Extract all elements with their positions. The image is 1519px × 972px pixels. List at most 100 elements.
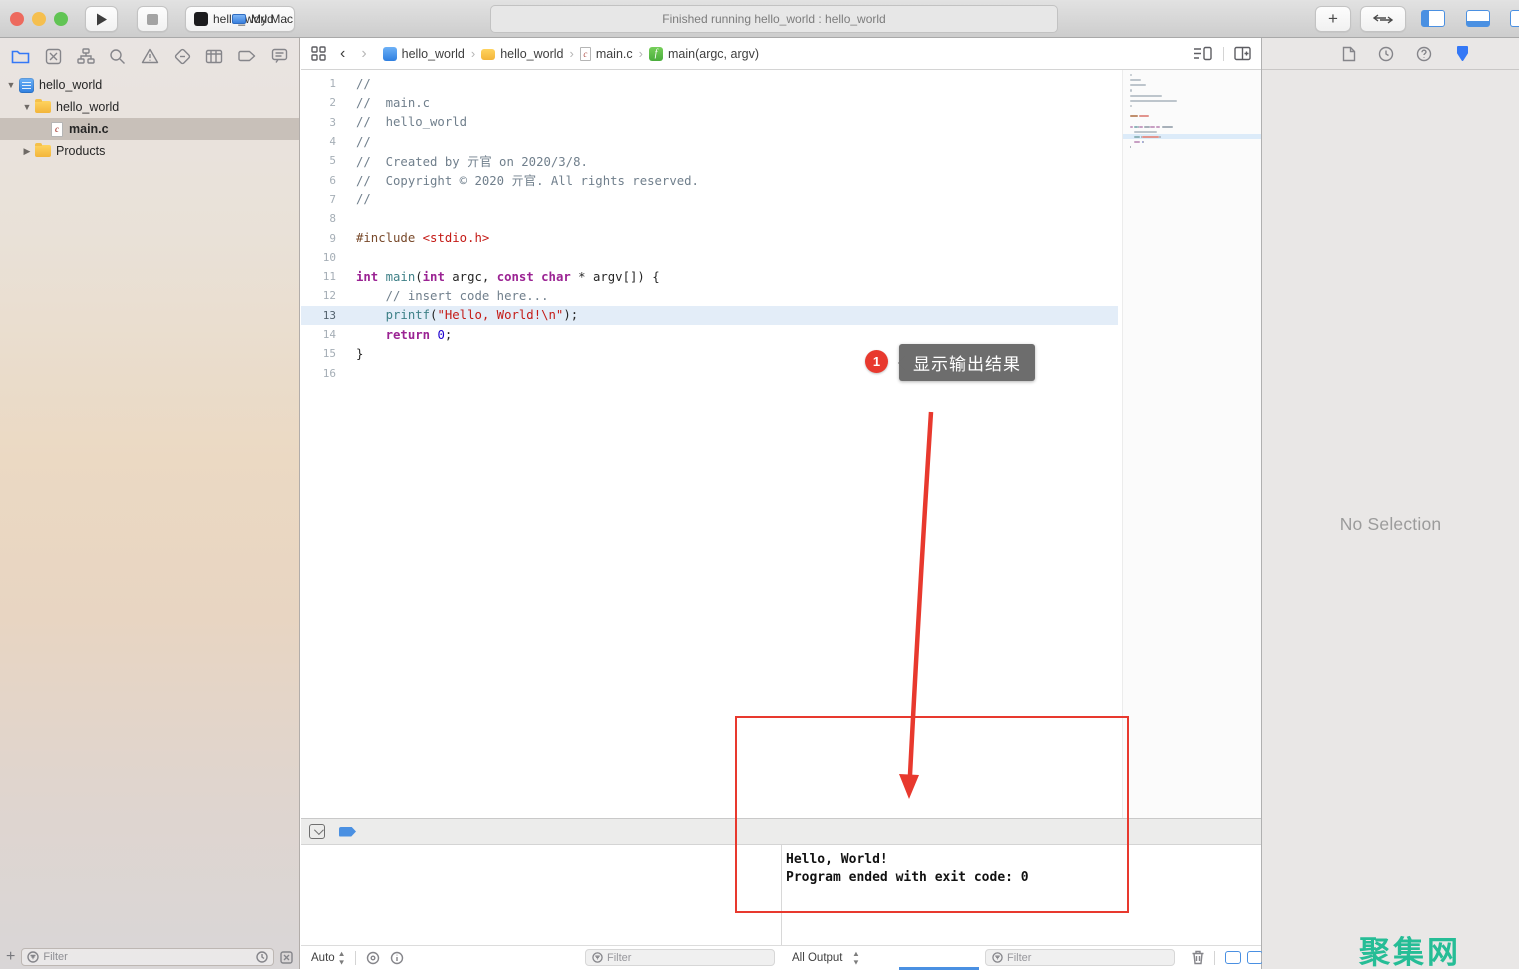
minimap[interactable] bbox=[1122, 70, 1261, 818]
tree-item-group[interactable]: ▼ hello_world bbox=[0, 96, 299, 118]
code-line[interactable]: 10 bbox=[301, 248, 1118, 267]
code-line[interactable]: 1// bbox=[301, 74, 1118, 93]
editor-mode-button[interactable] bbox=[1360, 6, 1406, 32]
play-icon bbox=[96, 13, 108, 26]
breadcrumb-group[interactable]: hello_world bbox=[500, 47, 563, 61]
console-splitter[interactable] bbox=[781, 845, 782, 945]
navigator-filter-field[interactable]: Filter bbox=[21, 948, 274, 966]
divider bbox=[1214, 951, 1215, 965]
run-button[interactable] bbox=[85, 6, 118, 32]
scope-icon[interactable] bbox=[366, 951, 380, 965]
stop-button[interactable] bbox=[137, 6, 168, 32]
breakpoint-navigator-tab[interactable] bbox=[238, 50, 256, 62]
code-line[interactable]: 6// Copyright © 2020 亓官. All rights rese… bbox=[301, 170, 1118, 189]
breadcrumb-file[interactable]: main.c bbox=[596, 47, 633, 61]
console-filter-field[interactable]: Filter bbox=[985, 949, 1175, 966]
related-items-icon[interactable] bbox=[311, 46, 326, 61]
run-destination[interactable]: My Mac bbox=[232, 6, 293, 32]
minimap-line bbox=[1130, 84, 1146, 86]
chevron-right-icon: › bbox=[471, 46, 475, 61]
issue-navigator-tab[interactable] bbox=[141, 48, 159, 64]
breadcrumb-symbol[interactable]: main(argc, argv) bbox=[668, 47, 759, 61]
test-navigator-tab[interactable] bbox=[174, 48, 191, 65]
function-icon: f bbox=[649, 47, 663, 61]
code-text: // Copyright © 2020 亓官. All rights reser… bbox=[345, 171, 699, 189]
code-text: // bbox=[345, 77, 371, 91]
adjust-editor-options-icon[interactable] bbox=[1193, 46, 1213, 61]
code-line[interactable]: 3// hello_world bbox=[301, 113, 1118, 132]
code-line[interactable]: 12 // insert code here... bbox=[301, 286, 1118, 305]
tree-item-label: hello_world bbox=[39, 78, 102, 92]
back-button[interactable]: ‹ bbox=[340, 45, 345, 63]
tree-item-project[interactable]: ▼ hello_world bbox=[0, 74, 299, 96]
source-control-tab[interactable] bbox=[45, 48, 62, 65]
stop-icon bbox=[147, 14, 158, 25]
minimap-line bbox=[1130, 115, 1138, 117]
add-editor-icon[interactable] bbox=[1234, 46, 1251, 61]
disclosure-triangle-icon[interactable]: ▼ bbox=[22, 102, 32, 112]
line-number: 12 bbox=[301, 289, 345, 302]
minimap-line bbox=[1143, 141, 1144, 143]
close-window-button[interactable] bbox=[10, 12, 24, 26]
tree-item-main-c[interactable]: c main.c bbox=[0, 118, 299, 140]
code-line[interactable]: 13 printf("Hello, World!\n"); bbox=[301, 306, 1118, 325]
file-inspector-tab[interactable] bbox=[1342, 46, 1356, 62]
tree-item-products[interactable]: ▶ Products bbox=[0, 140, 299, 162]
toggle-console-view-button[interactable] bbox=[1247, 951, 1263, 964]
variables-filter-field[interactable]: Filter bbox=[585, 949, 775, 966]
code-line[interactable]: 7// bbox=[301, 190, 1118, 209]
code-line[interactable]: 9#include <stdio.h> bbox=[301, 228, 1118, 247]
editor-area: ‹ › hello_world › hello_world › c main.c… bbox=[301, 38, 1262, 969]
symbol-navigator-tab[interactable] bbox=[77, 48, 95, 64]
add-item-icon[interactable]: + bbox=[6, 949, 15, 965]
console-output-mode[interactable]: All Output bbox=[792, 952, 843, 964]
minimap-line bbox=[1134, 141, 1140, 143]
code-text: // hello_world bbox=[345, 115, 467, 129]
code-line[interactable]: 2// main.c bbox=[301, 93, 1118, 112]
debug-navigator-tab[interactable] bbox=[205, 49, 223, 64]
minimap-line bbox=[1130, 79, 1141, 81]
source-control-status-icon[interactable] bbox=[280, 951, 293, 964]
hide-debug-area-button[interactable] bbox=[309, 824, 325, 839]
filter-funnel-icon bbox=[992, 952, 1003, 963]
code-text: // bbox=[345, 135, 371, 149]
code-line[interactable]: 8 bbox=[301, 209, 1118, 228]
quick-help-inspector-tab[interactable] bbox=[1416, 46, 1432, 62]
code-line[interactable]: 4// bbox=[301, 132, 1118, 151]
toggle-debug-area-button[interactable] bbox=[1466, 10, 1490, 27]
project-icon bbox=[383, 47, 397, 61]
recent-files-clock-icon[interactable] bbox=[256, 951, 268, 963]
zoom-window-button[interactable] bbox=[54, 12, 68, 26]
code-line[interactable]: 5// Created by 亓官 on 2020/3/8. bbox=[301, 151, 1118, 170]
info-icon[interactable] bbox=[390, 951, 404, 965]
find-navigator-tab[interactable] bbox=[109, 48, 126, 65]
forward-button[interactable]: › bbox=[361, 45, 366, 63]
filter-placeholder: Filter bbox=[43, 951, 67, 963]
history-inspector-tab[interactable] bbox=[1378, 46, 1394, 62]
breadcrumb-project[interactable]: hello_world bbox=[402, 47, 465, 61]
trash-icon[interactable] bbox=[1191, 950, 1205, 965]
chevron-updown-icon: ▲▼ bbox=[852, 949, 859, 965]
code-text: } bbox=[345, 347, 363, 361]
toggle-variables-view-button[interactable] bbox=[1225, 951, 1241, 964]
debug-console-area[interactable]: Hello, World! Program ended with exit co… bbox=[301, 845, 1261, 945]
toggle-navigator-button[interactable] bbox=[1421, 10, 1445, 27]
code-line[interactable]: 14 return 0; bbox=[301, 325, 1118, 344]
line-number: 9 bbox=[301, 232, 345, 245]
disclosure-triangle-icon[interactable]: ▼ bbox=[6, 80, 16, 90]
line-number: 15 bbox=[301, 347, 345, 360]
project-navigator-tab[interactable] bbox=[11, 48, 30, 64]
variables-view-mode[interactable]: Auto bbox=[311, 952, 335, 964]
quick-actions-tab-selected[interactable] bbox=[1454, 45, 1471, 62]
code-line[interactable]: 11int main(int argc, const char * argv[]… bbox=[301, 267, 1118, 286]
disclosure-triangle-icon[interactable]: ▶ bbox=[22, 146, 32, 157]
toggle-inspector-button[interactable] bbox=[1510, 10, 1519, 27]
breakpoints-toggle-icon[interactable] bbox=[339, 827, 356, 837]
source-editor[interactable]: 1//2// main.c3// hello_world4//5// Creat… bbox=[301, 70, 1261, 818]
inspector-tab-bar bbox=[1262, 38, 1519, 70]
filter-placeholder: Filter bbox=[1007, 952, 1031, 964]
report-navigator-tab[interactable] bbox=[271, 48, 288, 64]
library-add-button[interactable]: + bbox=[1315, 6, 1351, 32]
minimize-window-button[interactable] bbox=[32, 12, 46, 26]
minimap-line bbox=[1130, 146, 1131, 148]
